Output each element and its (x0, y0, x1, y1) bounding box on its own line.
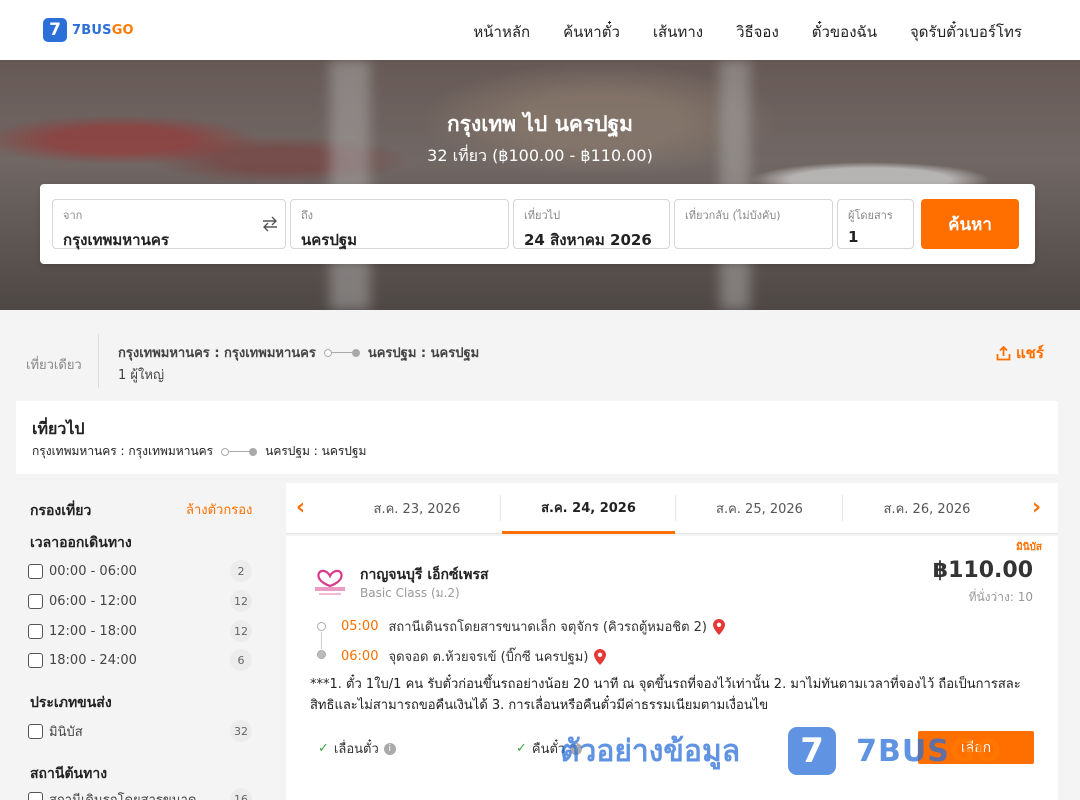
timeline-dot (317, 650, 326, 659)
prev-date-arrow-icon[interactable]: ‹ (296, 495, 305, 520)
transport-type-heading: ประเภทขนส่ง (30, 695, 112, 711)
nav-my-tickets[interactable]: ตั๋วของฉัน (812, 20, 877, 44)
hero-title: กรุงเทพ ไป นครปฐม (446, 112, 634, 136)
date-tab[interactable]: ส.ค. 26, 2026 (844, 483, 1010, 534)
timeline-dot (317, 622, 326, 631)
operator-logo-icon (315, 569, 345, 595)
to-value: นครปฐม (301, 231, 358, 249)
nav-routes[interactable]: เส้นทาง (653, 20, 703, 44)
info-icon[interactable]: i (570, 742, 583, 755)
passenger-summary: 1 ผู้ใหญ่ (118, 368, 165, 383)
from-field[interactable]: จาก กรุงเทพมหานคร (52, 199, 286, 249)
checkbox[interactable] (28, 723, 43, 739)
depart-label: เที่ยวไป (524, 209, 561, 222)
divider (98, 334, 99, 388)
route-line-icon (221, 447, 258, 456)
share-icon (996, 345, 1011, 360)
check-icon: ✓ (318, 741, 329, 756)
date-tab[interactable]: ส.ค. 23, 2026 (334, 483, 500, 534)
to-label: ถึง (301, 209, 314, 222)
outbound-route: กรุงเทพมหานคร : กรุงเทพมหานคร นครปฐม : น… (32, 442, 366, 461)
nav-how-to-book[interactable]: วิธีจอง (736, 20, 779, 44)
check-icon: ✓ (516, 741, 527, 756)
filter-time-option[interactable]: 18:00 - 24:00 6 (28, 649, 254, 671)
departure-time-heading: เวลาออกเดินทาง (30, 535, 132, 551)
operator-name: กาญจนบุรี เอ็กซ์เพรส (360, 567, 489, 583)
filter-origin-option[interactable]: สถานีเดินรถโดยสารขนาด 16 (28, 788, 254, 800)
to-field[interactable]: ถึง นครปฐม (290, 199, 509, 249)
route-line-icon (323, 348, 360, 357)
depart-date-field[interactable]: เที่ยวไป 24 สิงหาคม 2026 (513, 199, 670, 249)
logo-mark-icon: 7 (43, 18, 67, 42)
date-tab-active[interactable]: ส.ค. 24, 2026 (502, 483, 675, 534)
passenger-field[interactable]: ผู้โดยสาร 1 (837, 199, 914, 249)
outbound-title: เที่ยวไป (32, 419, 85, 438)
timeline-line (321, 632, 322, 649)
ticket-price: ฿110.00 (932, 558, 1033, 583)
depart-value: 24 สิงหาคม 2026 (524, 231, 652, 249)
return-date-field[interactable]: เที่ยวกลับ (ไม่บังคับ) (674, 199, 833, 249)
outbound-section: เที่ยวไป กรุงเทพมหานคร : กรุงเทพมหานคร น… (16, 401, 1058, 474)
filter-time-option[interactable]: 12:00 - 18:00 12 (28, 620, 254, 642)
nav-home[interactable]: หน้าหลัก (473, 20, 530, 44)
checkbox[interactable] (28, 791, 43, 800)
share-button[interactable]: แชร์ (996, 341, 1044, 365)
filter-time-option[interactable]: 06:00 - 12:00 12 (28, 590, 254, 612)
hero-subtitle: 32 เที่ยว (฿100.00 - ฿110.00) (427, 146, 653, 165)
date-selector: ‹ ส.ค. 23, 2026 ส.ค. 24, 2026 ส.ค. 25, 2… (286, 483, 1058, 534)
route-destination: นครปฐม : นครปฐม (367, 346, 480, 361)
from-label: จาก (63, 209, 83, 222)
origin-station-heading: สถานีต้นทาง (30, 766, 108, 782)
outbound-destination: นครปฐม : นครปฐม (265, 444, 367, 458)
route-origin: กรุงเทพมหานคร : กรุงเทพมหานคร (118, 346, 316, 361)
checkbox[interactable] (28, 623, 43, 639)
reschedule-feature: ✓ เลื่อนตั๋ว i (318, 738, 396, 759)
search-button[interactable]: ค้นหา (921, 199, 1019, 249)
filter-time-option[interactable]: 00:00 - 06:00 2 (28, 560, 254, 582)
trip-route: กรุงเทพมหานคร : กรุงเทพมหานคร นครปฐม : น… (118, 342, 479, 363)
swap-arrows-icon[interactable] (261, 216, 279, 236)
share-label: แชร์ (1016, 344, 1044, 362)
trip-notice: ***1. ตั๋ว 1ใบ/1 คน รับตั๋วก่อนขึ้นรถอย่… (310, 677, 1021, 713)
checkbox[interactable] (28, 652, 43, 668)
clear-filters-link[interactable]: ล้างตัวกรอง (186, 499, 252, 520)
return-label: เที่ยวกลับ (ไม่บังคับ) (685, 209, 781, 222)
passenger-value: 1 (848, 228, 859, 246)
filter-type-option[interactable]: มินิบัส 32 (28, 720, 254, 742)
passenger-label: ผู้โดยสาร (848, 209, 893, 222)
arrival-stop: 06:00 จุดจอด ต.ห้วยจรเข้ (บิ๊กซี นครปฐม) (341, 646, 607, 667)
main-nav: หน้าหลัก ค้นหาตั๋ว เส้นทาง วิธีจอง ตั๋วข… (473, 20, 1022, 44)
site-logo[interactable]: 7 7BUSGO (43, 18, 134, 42)
top-navbar: 7 7BUSGO หน้าหลัก ค้นหาตั๋ว เส้นทาง วิธี… (0, 0, 1080, 60)
select-trip-button[interactable]: เลือก (918, 731, 1034, 764)
filter-title: กรองเที่ยว (30, 503, 92, 519)
map-pin-icon[interactable] (713, 618, 725, 635)
departure-stop: 05:00 สถานีเดินรถโดยสารขนาดเล็ก จตุจักร … (341, 616, 725, 637)
vehicle-badge: มินิบัส (1016, 542, 1042, 553)
info-icon[interactable]: i (383, 742, 396, 755)
outbound-origin: กรุงเทพมหานคร : กรุงเทพมหานคร (32, 444, 214, 458)
checkbox[interactable] (28, 593, 43, 609)
seats-available: ที่นั่งว่าง: 10 (968, 590, 1033, 604)
refund-feature: ✓ คืนตั๋ว i (516, 738, 583, 759)
trip-type: เที่ยวเดียว (26, 358, 82, 373)
next-date-arrow-icon[interactable]: › (1032, 495, 1041, 520)
date-tab[interactable]: ส.ค. 25, 2026 (677, 483, 842, 534)
trip-result-card: มินิบัส กาญจนบุรี เอ็กซ์เพรส Basic Class… (286, 536, 1058, 800)
from-value: กรุงเทพมหานคร (63, 231, 169, 249)
service-class: Basic Class (ม.2) (360, 586, 460, 600)
nav-ticket-points[interactable]: จุดรับตั๋วเบอร์โทร (910, 20, 1022, 44)
nav-search-ticket[interactable]: ค้นหาตั๋ว (563, 20, 620, 44)
logo-text: 7BUSGO (72, 22, 134, 38)
map-pin-icon[interactable] (594, 648, 607, 665)
checkbox[interactable] (28, 563, 43, 579)
search-form: จาก กรุงเทพมหานคร ถึง นครปฐม เที่ยวไป 24… (40, 184, 1035, 264)
